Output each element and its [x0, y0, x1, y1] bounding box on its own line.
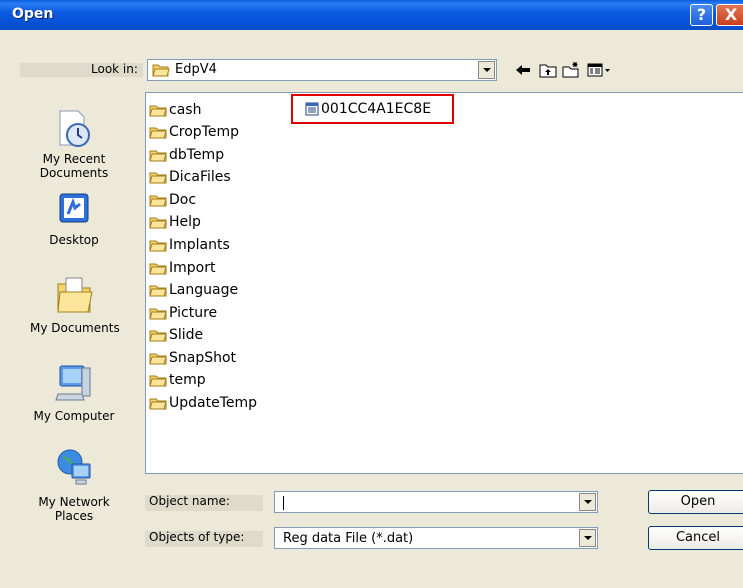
- place-label: My Documents: [30, 321, 120, 335]
- folder-icon: [149, 375, 167, 387]
- folder-icon: [149, 127, 167, 139]
- recent-documents-icon: [59, 110, 90, 147]
- folder-item-cash[interactable]: cash: [149, 99, 201, 121]
- object-name-label: Object name:: [149, 494, 230, 508]
- folder-name: cash: [169, 102, 202, 118]
- object-name-input[interactable]: [274, 491, 598, 513]
- folder-icon: [149, 308, 167, 320]
- my-computer-icon: [55, 365, 91, 401]
- highlight-box: [291, 94, 454, 124]
- open-button[interactable]: Open: [648, 490, 743, 514]
- place-label: My Computer: [33, 409, 115, 423]
- new-folder-icon[interactable]: [562, 62, 580, 78]
- folder-name: UpdateTemp: [169, 395, 258, 411]
- folder-name: CropTemp: [169, 124, 239, 140]
- place-label: My Recent Documents: [39, 152, 109, 180]
- lookin-label: Look in:: [91, 62, 138, 76]
- lookin-dropdown[interactable]: EdpV4: [147, 59, 497, 81]
- folder-icon: [149, 353, 167, 365]
- folder-item-temp[interactable]: temp: [149, 369, 206, 391]
- folder-item-snapshot[interactable]: SnapShot: [149, 347, 236, 369]
- place-my-computer[interactable]: My Computer: [30, 360, 118, 423]
- chevron-down-icon[interactable]: [579, 493, 596, 511]
- place-label: My Network Places: [38, 495, 110, 523]
- folder-item-picture[interactable]: Picture: [149, 302, 217, 324]
- folder-icon: [149, 150, 167, 162]
- object-type-dropdown[interactable]: Reg data File (*.dat): [274, 527, 598, 549]
- folder-item-dicafiles[interactable]: DicaFiles: [149, 166, 231, 188]
- folder-name: Help: [169, 214, 201, 230]
- object-type-label: Objects of type:: [149, 530, 245, 544]
- folder-item-import[interactable]: Import: [149, 257, 215, 279]
- place-my-network-places[interactable]: My Network Places: [38, 446, 110, 523]
- object-type-value: Reg data File (*.dat): [283, 531, 414, 546]
- folder-item-doc[interactable]: Doc: [149, 189, 196, 211]
- folder-icon: [149, 195, 167, 207]
- folder-name: Implants: [169, 237, 230, 253]
- close-button[interactable]: X: [716, 4, 743, 26]
- chevron-down-icon[interactable]: [579, 529, 596, 547]
- folder-name: DicaFiles: [169, 169, 231, 185]
- folder-item-dbtemp[interactable]: dbTemp: [149, 144, 224, 166]
- title-bar: Open ? X: [0, 0, 743, 30]
- chevron-down-icon[interactable]: [478, 61, 495, 79]
- folder-name: Doc: [169, 192, 197, 208]
- folder-icon: [149, 172, 167, 184]
- folder-icon: [149, 105, 167, 117]
- place-my-documents[interactable]: My Documents: [30, 272, 120, 335]
- help-button[interactable]: ?: [690, 4, 713, 26]
- folder-icon: [149, 330, 167, 342]
- folder-item-help[interactable]: Help: [149, 211, 201, 233]
- my-documents-icon: [57, 277, 93, 313]
- folder-name: Picture: [169, 305, 218, 321]
- place-desktop[interactable]: Desktop: [38, 190, 110, 247]
- folder-item-updatetemp[interactable]: UpdateTemp: [149, 392, 257, 414]
- folder-icon: [149, 285, 167, 297]
- text-caret: [283, 496, 284, 510]
- folder-name: dbTemp: [169, 147, 225, 163]
- window-title: Open: [12, 6, 54, 22]
- folder-icon: [149, 263, 167, 275]
- up-folder-icon[interactable]: [539, 62, 557, 78]
- back-arrow-icon[interactable]: [514, 62, 532, 78]
- place-label: Desktop: [49, 233, 99, 247]
- network-places-icon: [57, 449, 91, 485]
- folder-open-icon: [152, 64, 170, 77]
- cancel-button[interactable]: Cancel: [648, 526, 743, 550]
- folder-icon: [149, 217, 167, 229]
- folder-item-implants[interactable]: Implants: [149, 234, 230, 256]
- place-my-recent-documents[interactable]: My Recent Documents: [38, 107, 110, 180]
- folder-item-language[interactable]: Language: [149, 279, 238, 301]
- folder-name: Import: [169, 260, 216, 276]
- folder-name: Slide: [169, 327, 204, 343]
- folder-item-slide[interactable]: Slide: [149, 324, 203, 346]
- folder-name: temp: [169, 372, 206, 388]
- folder-name: Language: [169, 282, 239, 298]
- lookin-value: EdpV4: [175, 62, 217, 77]
- desktop-icon: [59, 193, 89, 223]
- folder-icon: [149, 240, 167, 252]
- folder-name: SnapShot: [169, 350, 237, 366]
- folder-item-croptemp[interactable]: CropTemp: [149, 121, 239, 143]
- views-menu-icon[interactable]: [587, 62, 612, 78]
- folder-icon: [149, 398, 167, 410]
